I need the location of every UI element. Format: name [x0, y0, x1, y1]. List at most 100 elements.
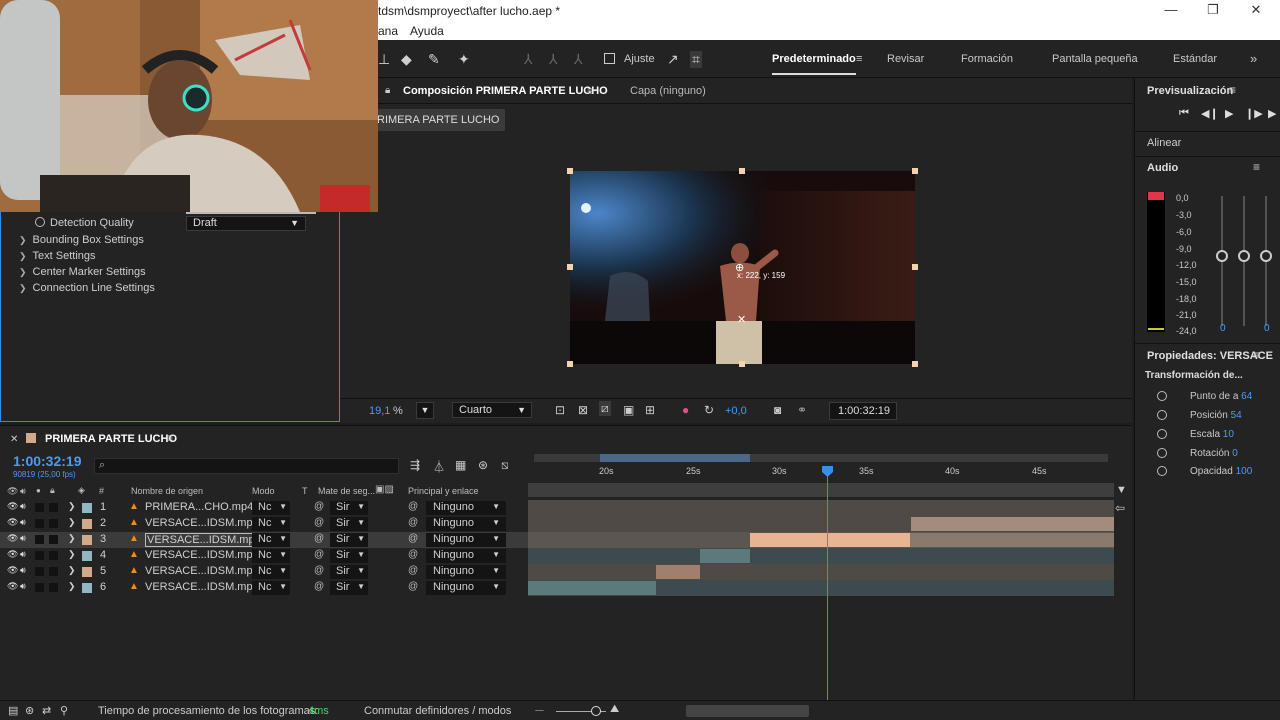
axis-local-icon[interactable]: ⅄ — [524, 51, 533, 68]
layer-row[interactable]: 👁︎ 🔊︎ ❯ 3 ▲ VERSACE...IDSM.mp4 Nc ▼ @ Si… — [0, 532, 528, 548]
pickwhip-icon[interactable]: @ — [408, 501, 418, 512]
guides-icon[interactable]: ⊞ — [645, 403, 655, 417]
speaker-icon[interactable]: 🔊︎ — [20, 517, 26, 528]
frame-blending-icon[interactable]: ⊛ — [478, 458, 488, 472]
speaker-icon[interactable]: 🔊︎ — [20, 533, 26, 544]
matte-select[interactable]: Sir ▼ — [330, 549, 368, 563]
matte-link-icon[interactable]: @ — [314, 549, 324, 560]
layer-track[interactable] — [528, 500, 1114, 516]
draft-3d-icon[interactable]: ⏃ — [433, 458, 445, 475]
layer-bar[interactable] — [911, 517, 1114, 531]
label-color-swatch[interactable] — [82, 503, 92, 513]
speaker-icon[interactable]: 🔊︎ — [20, 549, 26, 560]
matte-link-icon[interactable]: @ — [314, 501, 324, 512]
zoom-out-icon[interactable]: ⏤ — [535, 704, 544, 717]
stopwatch-icon[interactable] — [1157, 391, 1167, 401]
tab-composition[interactable]: Composición PRIMERA PARTE LUCHO — [403, 85, 608, 97]
layer-track[interactable] — [528, 564, 1114, 580]
exposure-value[interactable]: +0,0 — [725, 405, 747, 417]
matte-link-icon[interactable]: @ — [314, 517, 324, 528]
solo-box[interactable] — [35, 567, 44, 576]
mask-visibility-icon[interactable]: ⧄ — [599, 401, 611, 416]
mode-select[interactable]: Nc ▼ — [252, 517, 290, 531]
matte-select[interactable]: Sir ▼ — [330, 533, 368, 547]
parent-select[interactable]: Ninguno ▼ — [426, 565, 506, 579]
audio-switch-icon[interactable]: 🔊︎ — [20, 486, 26, 497]
tab-menu-icon[interactable]: ≡ — [587, 84, 594, 98]
3d-view-icon[interactable]: ▣ — [623, 403, 634, 417]
group-text-settings[interactable]: ❯ Text Settings — [19, 250, 96, 262]
layer-track[interactable] — [528, 516, 1114, 532]
stopwatch-icon[interactable] — [35, 217, 45, 227]
timeline-end-marker-icon[interactable]: ▼ — [1116, 484, 1127, 496]
chevron-right-icon[interactable]: ❯ — [68, 501, 76, 512]
layer-track[interactable] — [528, 548, 1114, 564]
label-icon[interactable]: ◈ — [78, 485, 85, 496]
lock-icon[interactable]: 🔒︎ — [50, 485, 55, 496]
parent-select[interactable]: Ninguno ▼ — [426, 533, 506, 547]
lock-box[interactable] — [49, 519, 58, 528]
audio-menu-icon[interactable]: ≡ — [1253, 160, 1260, 174]
motion-blur-icon[interactable]: ⧅ — [501, 458, 509, 473]
prev-frame-icon[interactable]: ◀❙ — [1201, 107, 1219, 120]
stopwatch-icon[interactable] — [1157, 466, 1167, 476]
transparency-grid-icon[interactable]: ⊠ — [578, 403, 588, 417]
pickwhip-icon[interactable]: @ — [408, 565, 418, 576]
handle-mid-right[interactable] — [912, 264, 918, 270]
matte-link-icon[interactable]: @ — [314, 565, 324, 576]
prop-value[interactable]: 10 — [1223, 429, 1234, 440]
timeline-menu-icon[interactable]: ≡ — [166, 431, 173, 445]
detection-quality-select[interactable]: Draft ▼ — [186, 216, 306, 231]
eye-icon[interactable]: 👁︎ — [7, 581, 18, 592]
prop-value[interactable]: 64 — [1241, 391, 1252, 402]
parent-select[interactable]: Ninguno ▼ — [426, 581, 506, 595]
layer-bar[interactable] — [750, 533, 910, 547]
label-color-swatch[interactable] — [82, 535, 92, 545]
solo-box[interactable] — [35, 551, 44, 560]
col-source-name[interactable]: Nombre de origen — [131, 486, 203, 496]
mode-select[interactable]: Nc ▼ — [252, 533, 290, 547]
handle-bottom-center[interactable] — [739, 361, 745, 367]
time-stretch-icon[interactable]: ⚲ — [60, 704, 68, 717]
lock-box[interactable] — [49, 503, 58, 512]
video-switch-icon[interactable]: 👁︎ — [7, 486, 18, 497]
layer-bar[interactable] — [700, 549, 750, 563]
preview-menu-icon[interactable]: ≡ — [1229, 83, 1236, 97]
timeline-comp-name[interactable]: PRIMERA PARTE LUCHO — [45, 433, 177, 445]
next-frame-icon[interactable]: ❙▶ — [1245, 107, 1263, 120]
timeline-scrollbar[interactable] — [686, 705, 809, 717]
mode-select[interactable]: Nc ▼ — [252, 565, 290, 579]
layer-track[interactable] — [528, 532, 1114, 548]
pickwhip-icon[interactable]: @ — [408, 533, 418, 544]
matte-select[interactable]: Sir ▼ — [330, 517, 368, 531]
mode-select[interactable]: Nc ▼ — [252, 501, 290, 515]
last-frame-icon[interactable]: ▶ — [1268, 107, 1276, 120]
stopwatch-icon[interactable] — [1157, 429, 1167, 439]
first-frame-icon[interactable]: ⏮ — [1179, 107, 1189, 120]
eraser-tool-icon[interactable]: ◆ — [401, 51, 412, 68]
parent-select[interactable]: Ninguno ▼ — [426, 517, 506, 531]
matte-select[interactable]: Sir ▼ — [330, 501, 368, 515]
workspace-small-screen[interactable]: Pantalla pequeña — [1052, 53, 1138, 65]
handle-top-center[interactable] — [739, 168, 745, 174]
speaker-icon[interactable]: 🔊︎ — [20, 565, 26, 576]
lock-box[interactable] — [49, 535, 58, 544]
workspace-default[interactable]: Predeterminado — [772, 53, 856, 75]
snap-grid-icon[interactable]: ⌗ — [690, 51, 702, 68]
workspace-review[interactable]: Revisar — [887, 53, 924, 65]
layer-row[interactable]: 👁︎ 🔊︎ ❯ 1 ▲ PRIMERA...CHO.mp4 Nc ▼ @ Sir… — [0, 500, 528, 516]
properties-menu-icon[interactable]: ≡ — [1253, 348, 1260, 362]
pickwhip-icon[interactable]: @ — [408, 517, 418, 528]
audio-left-value[interactable]: 0 — [1220, 323, 1226, 334]
mode-select[interactable]: Nc ▼ — [252, 581, 290, 595]
parent-select[interactable]: Ninguno ▼ — [426, 501, 506, 515]
matte-select[interactable]: Sir ▼ — [330, 565, 368, 579]
layer-bar[interactable] — [910, 533, 1114, 547]
chevron-right-icon[interactable]: ❯ — [68, 517, 76, 528]
play-icon[interactable]: ▶ — [1225, 107, 1233, 120]
chevron-right-icon[interactable]: ❯ — [68, 581, 76, 592]
layer-row[interactable]: 👁︎ 🔊︎ ❯ 5 ▲ VERSACE...IDSM.mp4 Nc ▼ @ Si… — [0, 564, 528, 580]
comp-marker-bin-icon[interactable]: ⇦ — [1115, 501, 1125, 515]
handle-bottom-left[interactable] — [567, 361, 573, 367]
audio-slider-knob[interactable] — [1216, 250, 1228, 262]
